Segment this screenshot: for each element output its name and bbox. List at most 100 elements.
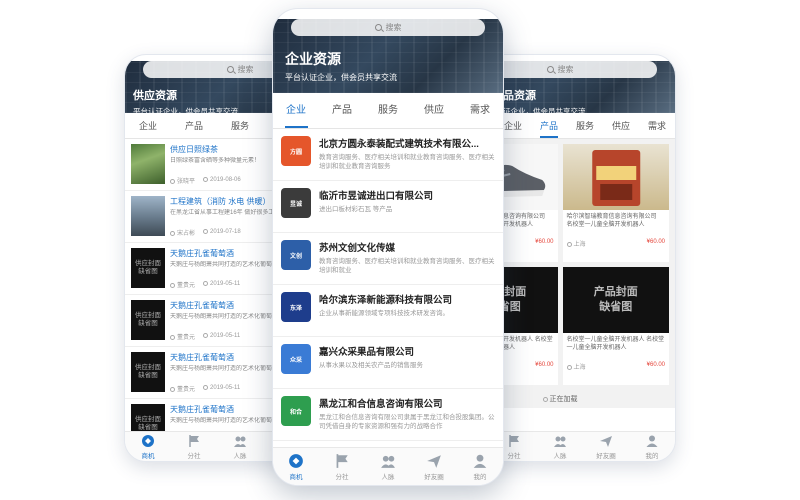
compass-icon (288, 453, 304, 469)
nav-label: 分社 (335, 473, 349, 481)
item-date: 2019-08-06 (203, 177, 241, 184)
location-icon (566, 241, 572, 247)
company-logo: 东泽 (281, 292, 311, 322)
item-body: 哈尔滨东泽新能源科技有限公司企业从事新能源领域专项科技技术研发咨询。 (319, 292, 495, 327)
search-input[interactable]: 搜索 (291, 19, 485, 36)
company-logo: 方圆 (281, 136, 311, 166)
nav-label: 分社 (507, 452, 521, 460)
item-body: 黑龙江和合信息咨询有限公司 黑龙江和合信息咨询有限公司隶属于黑龙江和合投股集团。公… (319, 396, 495, 431)
list-item[interactable]: 众采 嘉兴众采果品有限公司 从事水果以及相关农产品的销售服务 (273, 337, 503, 389)
search-icon (374, 24, 382, 31)
tab-service[interactable]: 服务 (365, 93, 411, 128)
company-name: 临沂市昱诚进出口有限公司 (319, 191, 434, 202)
tab-supply[interactable]: 供应 (411, 93, 457, 128)
send-icon (426, 453, 442, 469)
flag-icon (507, 434, 521, 448)
nav-item-2[interactable]: 分社 (319, 448, 365, 485)
list-item[interactable]: 方圆 北京方圆永泰装配式建筑技术有限公... 教育咨询服务、医疗相关培训和就业教育咨… (273, 129, 503, 181)
nav-label: 人脉 (381, 473, 395, 481)
nav-label: 分社 (187, 452, 201, 460)
clock-icon (203, 333, 209, 339)
nav-item-5[interactable]: 我的 (457, 448, 503, 485)
item-author: 宋占彬 (170, 228, 195, 237)
company-description: 教育咨询服务、医疗相关培训和就业教育咨询服务、医疗相关培训和就业 (319, 258, 495, 275)
tab-product[interactable]: 产品 (531, 113, 567, 138)
nav-item-2[interactable]: 分社 (171, 432, 217, 461)
nav-label: 我的 (645, 452, 659, 460)
tab-demand[interactable]: 需求 (639, 113, 675, 138)
tab-enterprise[interactable]: 企业 (273, 93, 319, 128)
clock-icon (203, 385, 209, 391)
company-description: 教育咨询服务、医疗相关培训和就业教育咨询服务、医疗相关培训和就业教育咨询服务 (319, 154, 495, 171)
compass-icon (141, 434, 155, 448)
item-body: 北京方圆永泰装配式建筑技术有限公... 教育咨询服务、医疗相关培训和就业教育咨询服… (319, 136, 495, 171)
page-title: 企业资源 (285, 51, 341, 67)
people-icon (233, 434, 247, 448)
product-price: ¥60.00 (646, 239, 665, 245)
list-item[interactable]: 和合 黑龙江和合信息咨询有限公司 黑龙江和合信息咨询有限公司隶属于黑龙江和合投股集团… (273, 389, 503, 441)
company-logo: 文创 (281, 240, 311, 270)
product-description: 名校堂一儿童全脑开发机器人 名校堂一儿童全脑开发机器人 (563, 333, 670, 360)
user-icon (645, 434, 659, 448)
phone-enterprise-resources: 搜索 企业资源 平台认证企业，供会员共享交流 企业 产品 服务 供应 需求 方圆… (272, 8, 504, 486)
user-icon (170, 230, 175, 236)
flag-icon (187, 434, 201, 448)
tab-product[interactable]: 产品 (319, 93, 365, 128)
item-author: 张晓平 (170, 176, 195, 185)
product-subtext: 名校堂一儿童全脑开发机器人 (566, 222, 645, 229)
product-footer: 上海 ¥60.00 (563, 237, 670, 250)
nav-item-1[interactable]: 商机 (125, 432, 171, 461)
nav-item-3[interactable]: 人脉 (537, 432, 583, 461)
bottom-nav: 商机 分社 人脉 好友圈 我的 (273, 447, 503, 485)
user-icon (472, 453, 488, 469)
product-image: 产品封面 缺省图 (562, 267, 669, 333)
item-thumbnail (131, 144, 165, 184)
user-icon (170, 386, 175, 392)
nav-item-4[interactable]: 好友圈 (583, 432, 629, 461)
item-thumbnail: 供应封面 缺省图 (131, 300, 165, 340)
clock-icon (203, 229, 209, 235)
company-description: 黑龙江和合信息咨询有限公司隶属于黑龙江和合投股集团。公司凭借自身的专家资源和强有… (319, 414, 495, 431)
tab-product[interactable]: 产品 (171, 113, 217, 138)
nav-item-3[interactable]: 人脉 (217, 432, 263, 461)
company-name: 哈尔滨东泽新能源科技有限公司 (319, 295, 453, 306)
nav-item-4[interactable]: 好友圈 (411, 448, 457, 485)
item-body: 苏州文创文化传媒 教育咨询服务、医疗相关培训和就业教育咨询服务、医疗相关培训和就业 (319, 240, 495, 275)
product-text: 哈尔滨智瑞教育信息咨询有限公司 (566, 214, 657, 220)
item-author: 董贵元 (170, 280, 195, 289)
item-body: 嘉兴众采果品有限公司 从事水果以及相关农产品的销售服务 (319, 344, 495, 379)
item-date: 2019-05-11 (203, 281, 240, 288)
nav-item-5[interactable]: 我的 (629, 432, 675, 461)
item-author: 董贵元 (170, 384, 195, 393)
item-body: 临沂市昱诚进出口有限公司 进出口板材彩石瓦 等产品 (319, 188, 495, 223)
list-item[interactable]: 昱诚 临沂市昱诚进出口有限公司 进出口板材彩石瓦 等产品 (273, 181, 503, 233)
user-icon (170, 282, 175, 288)
nav-label: 商机 (141, 452, 155, 460)
company-logo: 和合 (281, 396, 311, 426)
flag-icon (334, 453, 350, 469)
item-thumbnail (131, 196, 165, 236)
people-icon (380, 453, 396, 469)
send-icon (599, 434, 613, 448)
nav-label: 我的 (473, 473, 487, 481)
company-description: 从事水果以及相关农产品的销售服务 (319, 362, 423, 369)
tab-service[interactable]: 服务 (217, 113, 263, 138)
company-description: 企业从事新能源领域专项科技技术研发咨询。 (319, 310, 449, 317)
product-location: 上海 (566, 239, 586, 248)
list-item[interactable]: 东泽 哈尔滨东泽新能源科技有限公司企业从事新能源领域专项科技技术研发咨询。 (273, 285, 503, 337)
nav-label: 好友圈 (596, 452, 616, 460)
company-name: 北京方圆永泰装配式建筑技术有限公... (319, 139, 479, 150)
list-item[interactable]: 文创 苏州文创文化传媒 教育咨询服务、医疗相关培训和就业教育咨询服务、医疗相关培训和… (273, 233, 503, 285)
tab-service[interactable]: 服务 (567, 113, 603, 138)
nav-label: 好友圈 (424, 473, 444, 481)
product-card[interactable]: 哈尔滨智瑞教育信息咨询有限公司名校堂一儿童全脑开发机器人上海 ¥60.00 (562, 144, 670, 262)
item-date: 2019-05-11 (203, 333, 240, 340)
product-description: 哈尔滨智瑞教育信息咨询有限公司名校堂一儿童全脑开发机器人 (563, 210, 670, 237)
tab-bar: 企业 产品 服务 供应 需求 (273, 93, 503, 129)
nav-item-3[interactable]: 人脉 (365, 448, 411, 485)
tab-supply[interactable]: 供应 (603, 113, 639, 138)
nav-item-1[interactable]: 商机 (273, 448, 319, 485)
tab-enterprise[interactable]: 企业 (125, 113, 171, 138)
tab-demand[interactable]: 需求 (457, 93, 503, 128)
product-card[interactable]: 产品封面 缺省图名校堂一儿童全脑开发机器人 名校堂一儿童全脑开发机器人上海 ¥60… (562, 267, 670, 385)
